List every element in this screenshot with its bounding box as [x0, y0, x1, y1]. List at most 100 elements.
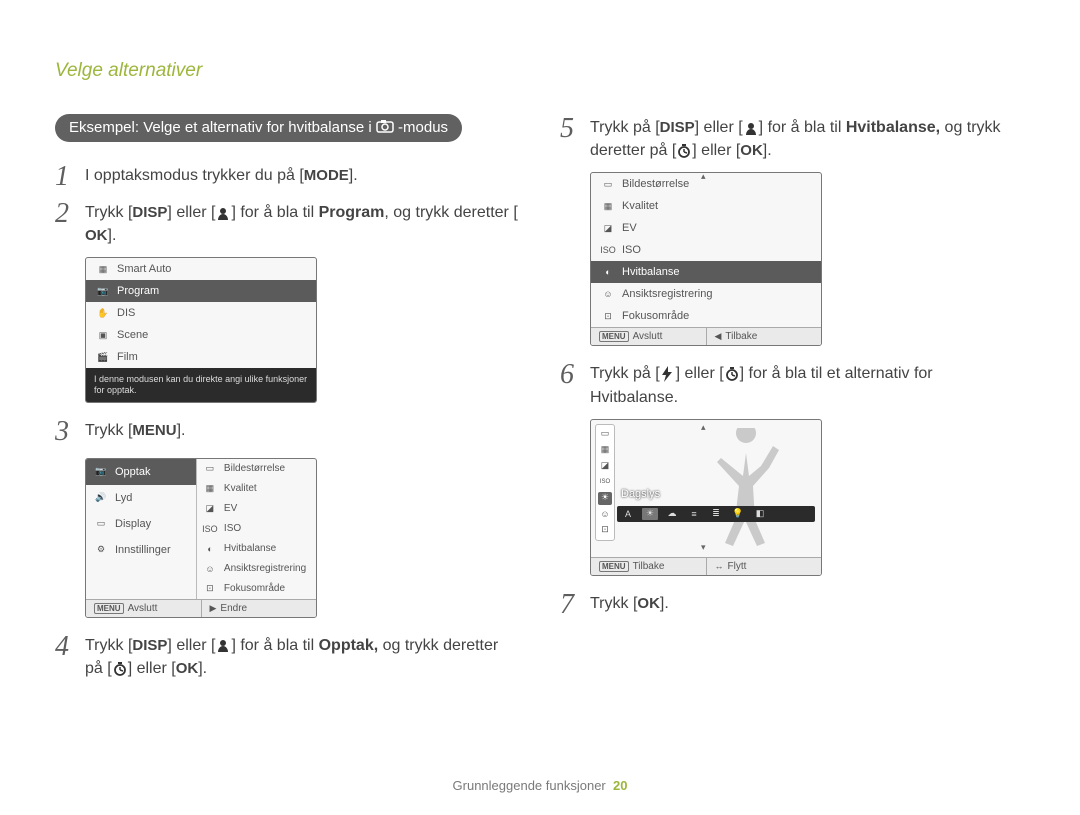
menu-left-row: ▭ Display — [86, 511, 196, 537]
mode-label: Smart Auto — [117, 263, 171, 275]
step-body: Trykk på [] eller [] for å bla til et al… — [590, 360, 1025, 408]
wb-fluorescent-h-icon: ≡ — [686, 508, 702, 520]
text: ] for å bla til — [231, 637, 318, 654]
menu-right-row: ⊡ Fokusområde — [197, 579, 316, 599]
text: ] eller [ — [695, 119, 743, 136]
text: ]. — [763, 142, 772, 159]
label: Opptak — [115, 466, 150, 478]
step-number: 3 — [55, 417, 85, 448]
foot-label: Avslutt — [128, 603, 158, 614]
film-icon: 🎬 — [96, 350, 110, 364]
flower-icon — [215, 637, 231, 653]
face-icon: ☺ — [601, 287, 615, 301]
move-arrow-icon: ↔ — [715, 561, 724, 571]
wb-custom-icon: ◧ — [752, 508, 768, 520]
ev-icon: ◪ — [598, 460, 612, 473]
focus-area-icon: ⊡ — [601, 309, 615, 323]
right-arrow-icon: ▶ — [210, 603, 217, 614]
display-icon: ▭ — [94, 517, 108, 531]
wb-side-icons: ▭ ▦ ◪ ISO ☀ ☺ ⊡ — [595, 424, 615, 541]
wb-option-label: Dagslys — [621, 488, 660, 500]
text: , og trykk deretter [ — [384, 204, 517, 221]
mode-row: 🎬Film — [86, 346, 316, 368]
label: Ansiktsregistrering — [622, 288, 712, 300]
step-number: 5 — [560, 114, 590, 145]
wb-row: ⊡ Fokusområde — [591, 305, 821, 327]
label: Hvitbalanse — [622, 266, 679, 278]
mode-row: ▣Scene — [86, 324, 316, 346]
ok-key: OK — [85, 225, 108, 247]
panel-footer: MENUTilbake ↔Flytt — [591, 557, 821, 575]
text: I opptaksmodus trykker du på [ — [85, 167, 304, 184]
disp-key: DISP — [660, 117, 695, 139]
text: Trykk [ — [590, 595, 637, 612]
smart-auto-icon: ▦ — [96, 262, 110, 276]
focus-area-icon: ⊡ — [203, 582, 217, 596]
caret-up-icon: ▴ — [701, 172, 706, 182]
step-body: I opptaksmodus trykker du på [MODE]. — [85, 162, 520, 187]
image-size-icon: ▭ — [598, 428, 612, 441]
menu-right-row: ISOISO — [197, 519, 316, 539]
wb-row: ☺ Ansiktsregistrering — [591, 283, 821, 305]
label: Fokusområde — [622, 310, 689, 322]
wb-cloudy-icon: ☁ — [664, 508, 680, 520]
face-icon: ☺ — [203, 562, 217, 576]
camera-side-icon: 📷 — [590, 252, 592, 266]
label: Display — [115, 518, 151, 530]
label: Hvitbalanse — [224, 543, 276, 554]
focus-area-icon: ⊡ — [598, 524, 612, 537]
text: ] eller [ — [128, 660, 176, 677]
text: Trykk på [ — [590, 365, 660, 382]
modes-panel: ▦Smart Auto 📷Program ✋DIS ▣Scene 🎬Film I… — [85, 257, 317, 403]
label: Fokusområde — [224, 583, 285, 594]
step-body: Trykk [DISP] eller [] for å bla til Prog… — [85, 199, 520, 247]
wb-icon: ◐ — [203, 542, 217, 556]
step-2: 2 Trykk [DISP] eller [] for å bla til Pr… — [55, 199, 520, 247]
foot-label: Tilbake — [725, 331, 757, 342]
ev-icon: ◪ — [601, 221, 615, 235]
text: Trykk [ — [85, 637, 132, 654]
menu-right-row: ▭Bildestørrelse — [197, 459, 316, 479]
text: ] eller [ — [692, 142, 740, 159]
disp-key: DISP — [132, 202, 167, 224]
text: Trykk [ — [85, 422, 132, 439]
wb-tungsten-icon: 💡 — [730, 508, 746, 520]
mode-row-selected: 📷Program — [86, 280, 316, 302]
step-4: 4 Trykk [DISP] eller [] for å bla til Op… — [55, 632, 520, 680]
label: Lyd — [115, 492, 132, 504]
step-6: 6 Trykk på [] eller [] for å bla til et … — [560, 360, 1025, 408]
pill-suffix: -modus — [398, 119, 448, 136]
flash-icon — [660, 366, 676, 382]
menu-right-row: ◪EV — [197, 499, 316, 519]
bold-program: Program — [319, 204, 385, 221]
wb-strip: A ☀ ☁ ≡ ≣ 💡 ◧ — [617, 506, 815, 522]
label: Ansiktsregistrering — [224, 563, 306, 574]
menu-left: 📷Opptak 🔊 Lyd ▭ Display ⚙Innstillinger — [86, 459, 197, 599]
timer-icon — [112, 661, 128, 677]
foot-left: MENUTilbake — [591, 558, 706, 575]
menu-right-row: ☺ Ansiktsregistrering — [197, 559, 316, 579]
foot-left: MENUAvslutt — [86, 600, 201, 617]
panel-footer: MENUAvslutt ◀Tilbake — [591, 327, 821, 345]
menu-left-row: ⚙Innstillinger — [86, 537, 196, 563]
menu-left-row-selected: 📷Opptak — [86, 459, 196, 485]
text: ] eller [ — [167, 204, 215, 221]
wb-icon: ☀ — [598, 492, 612, 505]
foot-label: Endre — [220, 603, 247, 614]
wb-row: ◪EV — [591, 217, 821, 239]
text: ]. — [177, 422, 186, 439]
step-number: 1 — [55, 162, 85, 193]
step-body: Trykk [DISP] eller [] for å bla til Oppt… — [85, 632, 520, 680]
text: ]. — [108, 227, 117, 244]
label: ISO — [224, 523, 241, 534]
menu-key-icon: MENU — [599, 331, 629, 342]
mode-label: DIS — [117, 307, 135, 319]
sound-icon: 🔊 — [94, 491, 108, 505]
image-size-icon: ▭ — [601, 177, 615, 191]
caret-down-icon: ▾ — [701, 542, 706, 553]
text: Trykk på [ — [590, 119, 660, 136]
step-5: 5 Trykk på [DISP] eller [] for å bla til… — [560, 114, 1025, 162]
panel-footer: MENUAvslutt ▶Endre — [86, 599, 316, 617]
mode-label: Scene — [117, 329, 148, 341]
text: ] for å bla til — [231, 204, 318, 221]
